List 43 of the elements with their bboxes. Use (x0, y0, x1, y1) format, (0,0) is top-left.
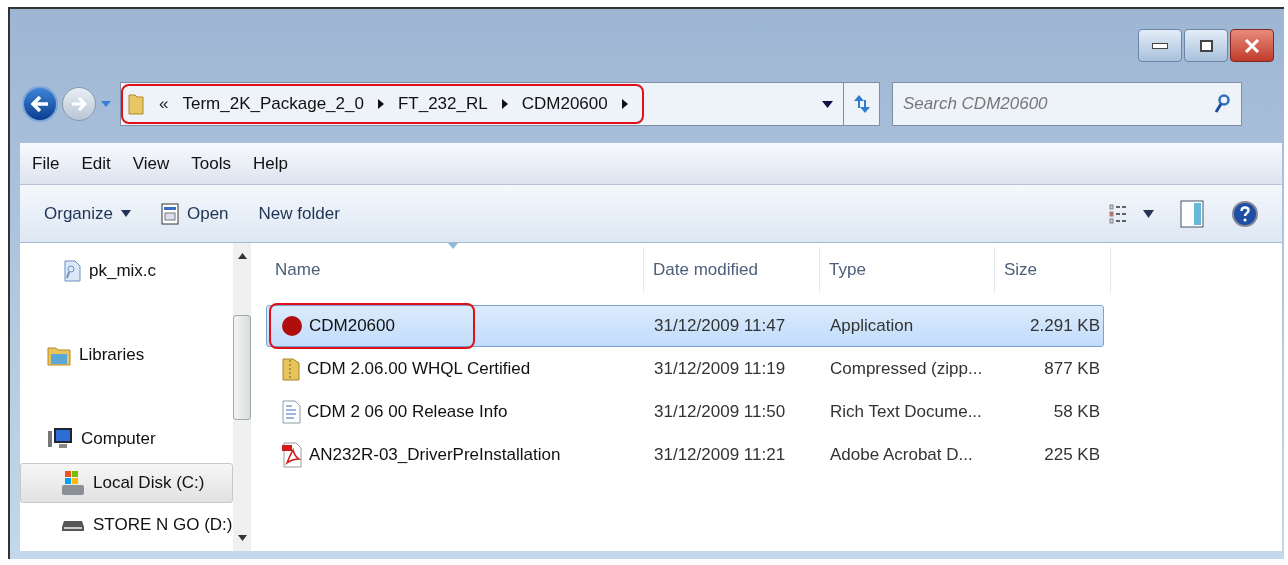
sidebar-item[interactable]: Local Disk (C:) (20, 463, 234, 503)
file-name: CDM20600 (309, 315, 395, 338)
sidebar-item[interactable]: Libraries (20, 335, 234, 375)
file-name: CDM 2 06 00 Release Info (307, 401, 508, 424)
file-row[interactable]: AN232R-03_DriverPreInstallation 31/12/2009 11:21 Adobe Acrobat D... 225 KB (266, 434, 1104, 476)
size-cell-text: 2.291 KB (1029, 315, 1101, 338)
date-cell-text: 31/12/2009 11:50 (653, 401, 787, 424)
menu-item[interactable]: File (32, 150, 60, 177)
file-row[interactable]: CDM20600 31/12/2009 11:47 Application 2.291 KB (266, 305, 1104, 347)
breadcrumb-segment[interactable]: FT_232_RL (397, 91, 488, 117)
date-cell-text: 31/12/2009 11:19 (653, 358, 787, 381)
column-header[interactable]: Date modified (644, 247, 820, 293)
size-cell-text: 877 KB (1043, 358, 1101, 381)
toolbar-button[interactable]: Organize (44, 200, 131, 227)
sidebar-item[interactable]: pk_mix.c (20, 251, 234, 291)
type-cell-text: Rich Text Docume... (829, 401, 983, 424)
breadcrumb-segment[interactable]: CDM20600 (521, 91, 608, 117)
column-header[interactable]: Type (820, 247, 995, 293)
column-header[interactable]: Size (995, 247, 1111, 293)
toolbar-button[interactable]: Open (161, 200, 229, 227)
type-cell-text: Compressed (zipp... (829, 358, 984, 381)
menu-item[interactable]: View (132, 150, 170, 177)
column-header[interactable]: Name (266, 247, 644, 293)
toolbar-button[interactable]: New folder (258, 200, 340, 227)
file-row[interactable]: CDM 2.06.00 WHQL Certified 31/12/2009 11:19 Compressed (zipp... 877 KB (266, 348, 1104, 390)
type-cell-text: Application (829, 315, 915, 338)
size-cell-text: 58 KB (1052, 401, 1101, 424)
file-row[interactable]: CDM 2 06 00 Release Info 31/12/2009 11:50 Rich Text Docume... 58 KB (266, 391, 1104, 433)
menu-item[interactable]: Edit (81, 150, 111, 177)
overflow-chevron[interactable]: « (159, 91, 169, 117)
sidebar-item[interactable]: Computer (20, 419, 234, 459)
size-cell-text: 225 KB (1043, 444, 1101, 467)
date-cell-text: 31/12/2009 11:21 (653, 444, 787, 467)
breadcrumb-segment[interactable]: Term_2K_Package_2_0 (182, 91, 364, 117)
menu-item[interactable]: Tools (191, 150, 231, 177)
file-name: CDM 2.06.00 WHQL Certified (307, 358, 531, 381)
file-name: AN232R-03_DriverPreInstallation (309, 444, 561, 467)
menu-item[interactable]: Help (252, 150, 288, 177)
date-cell-text: 31/12/2009 11:47 (653, 315, 787, 338)
sidebar-item[interactable]: STORE N GO (D:) (20, 505, 234, 545)
address-bar[interactable]: « Term_2K_Package_2_0 FT_232_RL CDM20600 (120, 82, 880, 126)
type-cell-text: Adobe Acrobat D... (829, 444, 974, 467)
search-field[interactable]: Search CDM20600 (892, 82, 1242, 126)
